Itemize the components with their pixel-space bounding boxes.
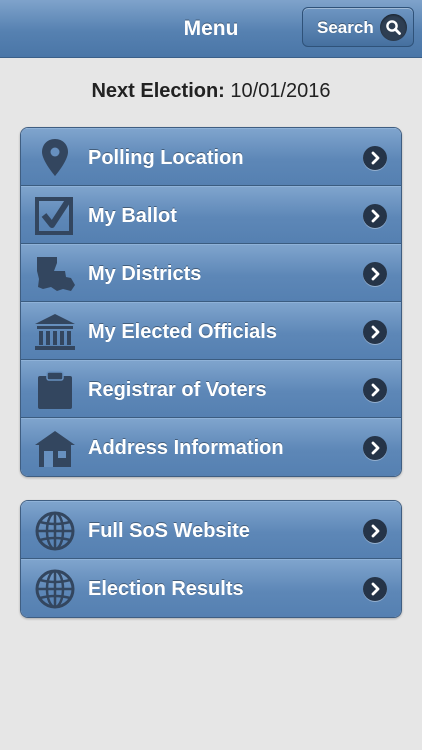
clipboard-icon: [33, 369, 77, 411]
chevron-right-icon: [363, 436, 387, 460]
menu-item-label: Polling Location: [88, 147, 244, 169]
search-button-label: Search: [317, 18, 374, 37]
chevron-right-icon: [363, 320, 387, 344]
menu-item-address-information[interactable]: Address Information: [21, 418, 401, 476]
chevron-right-icon: [363, 262, 387, 286]
menu-item-full-sos-website[interactable]: Full SoS Website: [21, 501, 401, 559]
next-election: Next Election: 10/01/2016: [0, 80, 422, 108]
globe-icon: [33, 568, 77, 610]
menu-item-label: My Districts: [88, 263, 202, 285]
menu-item-polling-location[interactable]: Polling Location: [21, 128, 401, 186]
search-icon: [380, 14, 407, 41]
chevron-right-icon: [363, 378, 387, 402]
louisiana-map-icon: [33, 253, 77, 295]
menu-item-my-ballot[interactable]: My Ballot: [21, 186, 401, 244]
main-menu: Polling Location My Ballot My Districts: [20, 127, 402, 477]
next-election-date: 10/01/2016: [230, 80, 331, 102]
menu-item-label: Registrar of Voters: [88, 379, 267, 401]
menu-item-label: Election Results: [88, 578, 244, 600]
next-election-label: Next Election:: [91, 80, 225, 102]
ballot-checkbox-icon: [33, 195, 77, 237]
menu-item-registrar-of-voters[interactable]: Registrar of Voters: [21, 360, 401, 418]
menu-item-my-districts[interactable]: My Districts: [21, 244, 401, 302]
menu-item-election-results[interactable]: Election Results: [21, 559, 401, 617]
chevron-right-icon: [363, 577, 387, 601]
menu-item-label: My Ballot: [88, 205, 177, 227]
secondary-menu: Full SoS Website Election Results: [20, 500, 402, 618]
chevron-right-icon: [363, 204, 387, 228]
header-bar: Menu Search: [0, 0, 422, 58]
chevron-right-icon: [363, 146, 387, 170]
house-icon: [33, 427, 77, 469]
menu-item-label: Full SoS Website: [88, 520, 250, 542]
globe-icon: [33, 510, 77, 552]
capitol-building-icon: [33, 311, 77, 353]
map-pin-icon: [33, 137, 77, 179]
search-button[interactable]: Search: [302, 7, 414, 47]
menu-item-label: My Elected Officials: [88, 321, 277, 343]
menu-item-my-elected-officials[interactable]: My Elected Officials: [21, 302, 401, 360]
chevron-right-icon: [363, 519, 387, 543]
menu-item-label: Address Information: [88, 437, 284, 459]
